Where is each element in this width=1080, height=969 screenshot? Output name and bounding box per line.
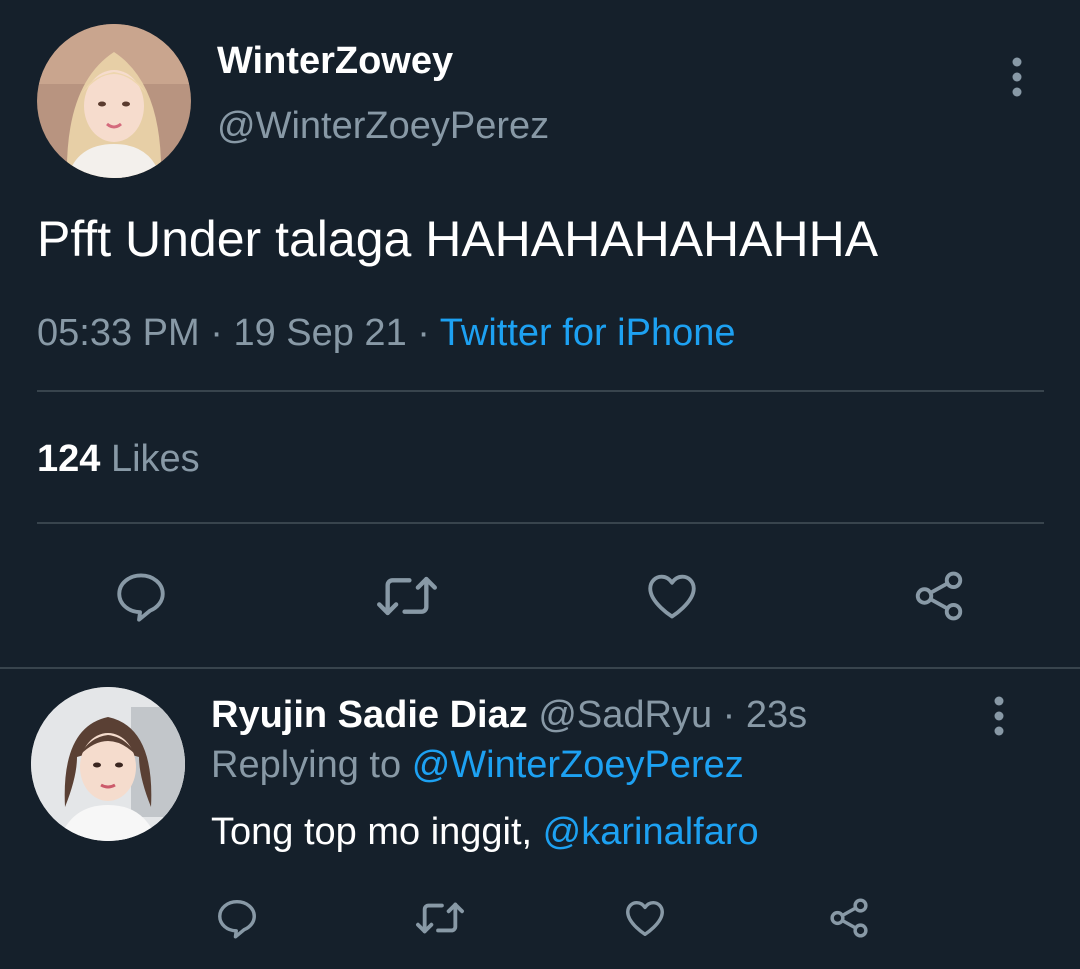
more-options-icon[interactable] [1000, 55, 1034, 99]
share-button[interactable] [908, 565, 970, 627]
replying-to: Replying to @WinterZoeyPerez [211, 744, 744, 787]
meta-separator: · [417, 312, 430, 354]
author-handle[interactable]: @WinterZoeyPerez [217, 105, 549, 148]
reply-header: Ryujin Sadie Diaz @SadRyu · 23s [211, 694, 807, 737]
reply-timestamp[interactable]: 23s [746, 694, 807, 736]
reply-separator: · [722, 694, 736, 736]
meta-separator: · [210, 312, 223, 354]
likes-count[interactable]: 124 Likes [37, 438, 200, 481]
tweet-detail-page: WinterZowey @WinterZoeyPerez Pfft Under … [0, 0, 1080, 969]
retweet-icon [416, 902, 464, 934]
share-icon [915, 571, 963, 621]
reply-reply-button[interactable] [212, 893, 262, 943]
author-display-name[interactable]: WinterZowey [217, 40, 453, 83]
tweet-date: 19 Sep 21 [233, 312, 407, 354]
retweet-button[interactable] [372, 565, 442, 627]
author-avatar-image [37, 24, 191, 178]
replying-to-label: Replying to [211, 744, 402, 786]
tweet-source-link[interactable]: Twitter for iPhone [440, 312, 736, 354]
mention-link[interactable]: @karinalfaro [543, 811, 759, 853]
reply-icon [117, 573, 165, 622]
reply-text: Tong top mo inggit, @karinalfaro [211, 811, 759, 854]
reply-author-avatar[interactable] [31, 687, 185, 841]
author-avatar[interactable] [37, 24, 191, 178]
likes-label: Likes [110, 438, 200, 480]
share-icon [830, 898, 868, 938]
reply-like-button[interactable] [620, 893, 670, 943]
likes-number: 124 [37, 438, 101, 480]
reply-author-avatar-image [31, 687, 185, 841]
reply-text-body: Tong top mo inggit, [211, 811, 543, 853]
reply-retweet-button[interactable] [411, 893, 469, 943]
section-divider [0, 667, 1080, 669]
reply-icon [218, 899, 256, 939]
reply-more-options-icon[interactable] [982, 694, 1016, 738]
tweet-text: Pfft Under talaga HAHAHAHAHAHHA [37, 211, 879, 267]
retweet-icon [377, 576, 437, 616]
divider [37, 390, 1044, 392]
replying-to-handle-link[interactable]: @WinterZoeyPerez [412, 744, 744, 786]
tweet-time: 05:33 PM [37, 312, 200, 354]
like-icon [626, 900, 664, 937]
like-icon [648, 574, 696, 619]
tweet-meta: 05:33 PM · 19 Sep 21 · Twitter for iPhon… [37, 312, 735, 355]
like-button[interactable] [641, 565, 703, 627]
reply-display-name[interactable]: Ryujin Sadie Diaz [211, 694, 528, 736]
divider [37, 522, 1044, 524]
reply-share-button[interactable] [824, 893, 874, 943]
reply-handle[interactable]: @SadRyu [538, 694, 712, 736]
reply-button[interactable] [110, 565, 172, 627]
main-tweet: WinterZowey @WinterZoeyPerez Pfft Under … [0, 0, 1080, 668]
